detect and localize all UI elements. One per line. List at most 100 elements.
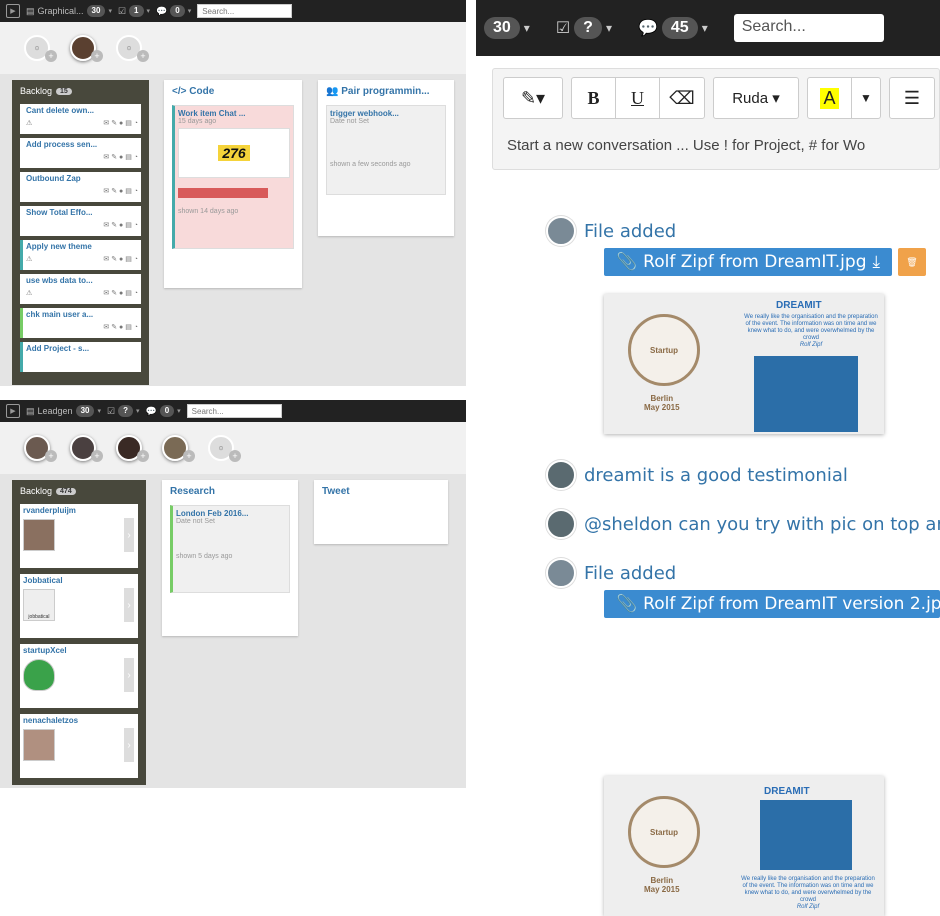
add-icon[interactable]: + [45,450,57,462]
avatar[interactable]: + [24,435,57,462]
play-logo-icon[interactable]: ▶ [6,4,20,18]
chevron-right-icon[interactable]: › [124,728,134,762]
file-thumbnail[interactable]: Startup Berlin May 2015 DREAMIT We really… [604,776,884,916]
count-badge: 15 [56,87,72,95]
avatar[interactable] [546,509,576,539]
check-icon: ☑ [117,5,127,16]
backlog-card[interactable]: Apply new theme ⚠ ✉ ✎ ● ▤ ◔ [20,240,141,270]
add-icon[interactable]: + [229,450,241,462]
work-card[interactable]: London Feb 2016... Date not Set shown 5 … [170,505,290,593]
file-thumbnail[interactable]: Startup Berlin May 2015 DREAMIT We really… [604,294,884,434]
lead-photo [23,519,55,551]
search-input[interactable]: Search... [733,14,884,42]
avatar[interactable]: + [70,35,103,62]
add-icon[interactable]: + [137,450,149,462]
eraser-icon[interactable]: ⌫ [660,78,704,118]
magic-wand-icon[interactable]: ✎▾ [504,78,562,118]
avatar[interactable] [546,558,576,588]
chat-icon: 💬 [156,5,168,16]
card-image[interactable]: 276 [178,128,290,178]
backlog-card[interactable]: use wbs data to... ⚠ ✉ ✎ ● ▤ ◔ [20,274,141,304]
chevron-right-icon[interactable]: › [124,658,134,692]
avatar-empty[interactable]: ⊙ + [208,435,241,462]
card-title[interactable]: Add Project - s... [26,344,138,353]
message-editor: ✎▾ B U ⌫ Ruda ▾ A ▼ ☰ Start a new conversat… [492,68,940,170]
check-icon: ☑ [555,20,571,37]
card-title[interactable]: Work item Chat ... [178,109,290,118]
list-icon[interactable]: ☰ [890,78,934,118]
chevron-right-icon[interactable]: › [124,588,134,622]
count-badge: 30 [484,17,520,39]
chevron-down-icon[interactable]: ▼ [852,78,880,118]
add-icon[interactable]: + [91,50,103,62]
file-download-button[interactable]: 📎 Rolf Zipf from DreamIT version 2.jp [604,590,940,618]
card-title[interactable]: Add process sen... [26,140,138,149]
tasks-menu[interactable]: ☑ 1 ▾ [118,5,150,17]
file-row: 📎 Rolf Zipf from DreamIT version 2.jp [604,590,940,618]
card-title[interactable]: rvanderpluijm [23,506,135,515]
backlog-card[interactable]: Show Total Effo... ✉ ✎ ● ▤ ◔ [20,206,141,236]
backlog-header: Backlog 474 [20,486,138,496]
bold-button[interactable]: B [572,78,616,118]
chat-menu[interactable]: 💬 0 ▾ [145,405,181,417]
card-title[interactable]: startupXcel [23,646,135,655]
add-icon[interactable]: + [183,450,195,462]
avatar-empty[interactable]: ⊙ + [24,35,57,62]
card-title[interactable]: Outbound Zap [26,174,138,183]
paperclip-icon: 📎 [616,252,638,272]
avatar[interactable]: + [116,435,149,462]
work-card[interactable]: Work item Chat ... 15 days ago 276 shown… [172,105,294,249]
avatar[interactable]: + [162,435,195,462]
play-logo-icon[interactable]: ▶ [6,404,20,418]
column-title: Tweet [322,486,350,497]
card-title[interactable]: Cant delete own... [26,106,138,115]
card-icons: ⚠ ✉ ✎ ● ▤ ◔ [26,120,138,127]
highlight-button[interactable]: A [808,78,852,118]
chevron-right-icon[interactable]: › [124,518,134,552]
lead-card[interactable]: nenachaletzos › [20,714,138,778]
board-menu[interactable]: 30 ▾ [484,17,530,39]
seal-badge: Startup [628,796,700,868]
font-select[interactable]: Ruda ▾ [714,78,798,118]
board-switcher[interactable]: ▤ Graphical... 30 ▾ [26,5,112,17]
card-title[interactable]: Jobbatical [23,576,135,585]
search-input[interactable]: Search... [186,404,282,418]
image-text: 276 [218,145,250,161]
column-tweet: Tweet [314,480,448,544]
lead-card[interactable]: rvanderpluijm › [20,504,138,568]
card-footer: shown a few seconds ago [330,161,411,168]
avatar[interactable] [546,460,576,490]
add-icon[interactable]: + [45,50,57,62]
trash-icon[interactable]: 🗑 [898,248,926,276]
card-title[interactable]: nenachaletzos [23,716,135,725]
underline-button[interactable]: U [616,78,660,118]
card-title[interactable]: Apply new theme [26,242,138,251]
tasks-menu[interactable]: ☑? ▾ [556,17,612,39]
backlog-card[interactable]: Add Project - s... [20,342,141,372]
add-icon[interactable]: + [91,450,103,462]
work-card[interactable]: trigger webhook... Date not Set shown a … [326,105,446,195]
lead-card[interactable]: Jobbatical jobbatical › [20,574,138,638]
card-title[interactable]: trigger webhook... [330,109,442,118]
add-icon[interactable]: + [137,50,149,62]
tasks-menu[interactable]: ☑? ▾ [107,405,139,417]
card-title[interactable]: London Feb 2016... [176,509,286,518]
avatar-empty[interactable]: ⊙ + [116,35,149,62]
message-text: dreamit is a good testimonial [584,464,848,486]
board-switcher[interactable]: ▤ Leadgen 30 ▾ [26,405,101,417]
backlog-card[interactable]: Add process sen... ✉ ✎ ● ▤ ◔ [20,138,141,168]
chat-menu[interactable]: 💬 45 ▾ [638,17,708,39]
search-input[interactable]: Search... [197,4,293,18]
chat-menu[interactable]: 💬 0 ▾ [156,5,191,17]
backlog-card[interactable]: Cant delete own... ⚠ ✉ ✎ ● ▤ ◔ [20,104,141,134]
lead-card[interactable]: startupXcel › [20,644,138,708]
card-title[interactable]: chk main user a... [26,310,138,319]
card-title[interactable]: Show Total Effo... [26,208,138,217]
card-title[interactable]: use wbs data to... [26,276,138,285]
composer-input[interactable]: Start a new conversation ... Use ! for P… [493,127,939,153]
file-download-button[interactable]: 📎 Rolf Zipf from DreamIT.jpg ⤓ [604,248,892,276]
backlog-card[interactable]: chk main user a... ✉ ✎ ● ▤ ◔ [20,308,141,338]
backlog-card[interactable]: Outbound Zap ✉ ✎ ● ▤ ◔ [20,172,141,202]
avatar[interactable]: + [70,435,103,462]
avatar[interactable] [546,216,576,246]
